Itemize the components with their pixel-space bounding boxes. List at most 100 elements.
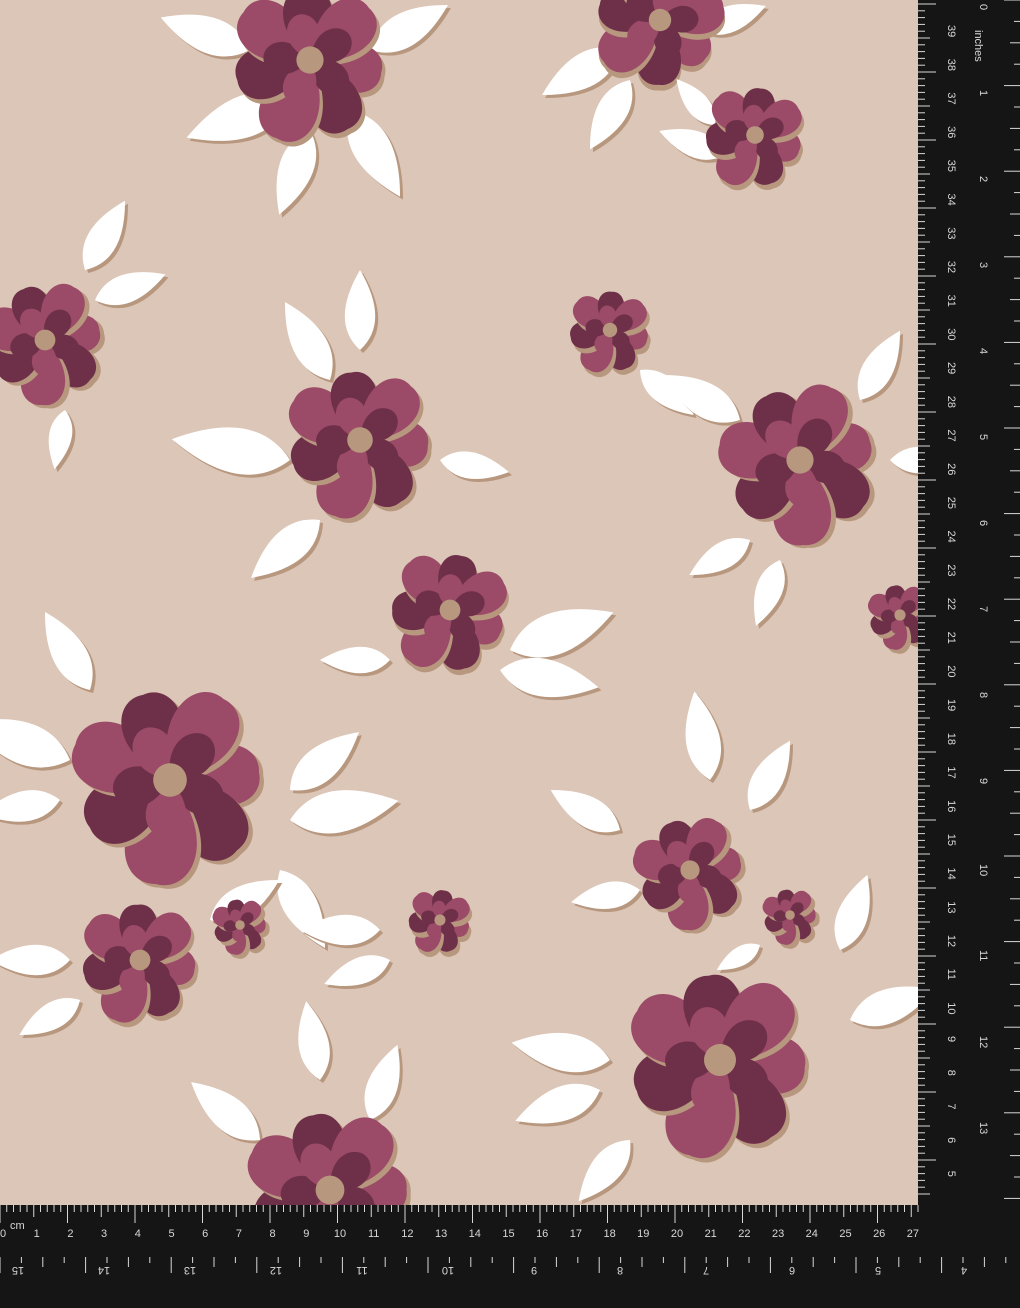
- inch-tick-label: 11: [977, 950, 989, 961]
- cm-tick-label: 35: [945, 160, 957, 172]
- cm-tick-label: 23: [945, 564, 957, 576]
- cm-tick-label: 10: [334, 1228, 346, 1240]
- inch-tick-label: 3: [977, 262, 989, 268]
- leaf: [510, 609, 614, 658]
- cm-tick-label: 11: [945, 969, 957, 980]
- cm-tick-label: 38: [945, 59, 957, 71]
- cm-tick-label: 27: [907, 1228, 919, 1240]
- cm-tick-label: 6: [202, 1228, 208, 1240]
- inch-tick-label: 13: [977, 1122, 989, 1134]
- leaf: [251, 519, 320, 578]
- cm-tick-label: 34: [945, 194, 957, 206]
- cm-tick-label: 22: [945, 598, 957, 610]
- inch-tick-label: 12: [270, 1264, 282, 1276]
- inch-tick-label: 5: [875, 1264, 881, 1276]
- cm-tick-label: 17: [945, 766, 957, 778]
- cm-tick-label: 7: [236, 1228, 242, 1240]
- horizontal-ruler-scale: 0 1 2 3 4 5 6 7 8 9 10 11 12 13 14 15 16 17 18 19 20 21 22 23 24…: [0, 1205, 1007, 1276]
- inch-tick-label: 2: [977, 176, 989, 182]
- peony-flower: [762, 889, 820, 949]
- cm-tick-label: 32: [945, 261, 957, 273]
- leaf-group: [300, 914, 393, 990]
- inch-tick-label: 0: [977, 4, 989, 10]
- peony-flower: [288, 371, 432, 523]
- cm-tick-label: 14: [469, 1228, 481, 1240]
- inch-tick-label: 14: [98, 1264, 110, 1276]
- peony-flower: [868, 585, 920, 654]
- cm-tick-label: 19: [637, 1228, 649, 1240]
- flower-center: [785, 910, 795, 920]
- cm-tick-label: 9: [945, 1036, 957, 1042]
- cm-tick-label: 24: [945, 531, 957, 543]
- cm-tick-label: 26: [945, 463, 957, 475]
- cm-tick-label: 24: [806, 1228, 818, 1240]
- cm-tick-label: 23: [772, 1228, 784, 1240]
- cm-tick-label: 25: [839, 1228, 851, 1240]
- inch-tick-label: 6: [977, 520, 989, 526]
- cm-tick-label: 39: [945, 25, 957, 37]
- inch-tick-label: 12: [977, 1036, 989, 1048]
- cm-tick-label: 2: [67, 1228, 73, 1240]
- cm-tick-label: 18: [603, 1228, 615, 1240]
- cm-tick-label: 28: [945, 396, 957, 408]
- cm-tick-label: 0: [0, 1228, 6, 1240]
- inches-unit-label: inches: [972, 30, 984, 62]
- inch-tick-label: 4: [977, 348, 989, 354]
- inch-tick-label: 9: [531, 1264, 537, 1276]
- cm-tick-label: 20: [671, 1228, 683, 1240]
- inch-tick-label: 6: [789, 1264, 795, 1276]
- vertical-ruler-scale: 3938373635343332313029282726252423222120…: [918, 0, 1020, 1220]
- floral-fabric-swatch: [0, 0, 920, 1205]
- cm-tick-label: 21: [945, 632, 957, 644]
- floral-pattern: [0, 0, 920, 1205]
- inch-tick-label: 9: [977, 778, 989, 784]
- inch-tick-label: 7: [977, 606, 989, 612]
- inch-tick-label: 4: [961, 1264, 967, 1276]
- cm-tick-label: 13: [435, 1228, 447, 1240]
- leaf: [290, 732, 359, 791]
- inch-tick-label: 8: [617, 1264, 623, 1276]
- inch-tick-label: 13: [184, 1264, 196, 1276]
- inch-tick-label: 11: [356, 1264, 367, 1276]
- peony-flower: [247, 1113, 411, 1205]
- cm-tick-label: 14: [945, 868, 957, 880]
- cm-tick-label: 27: [945, 429, 957, 441]
- cm-tick-label: 16: [536, 1228, 548, 1240]
- cm-tick-label: 36: [945, 126, 957, 138]
- inch-tick-label: 5: [977, 434, 989, 440]
- leaf-group: [716, 943, 763, 974]
- cm-tick-label: 8: [945, 1070, 957, 1076]
- cm-tick-label: 31: [945, 295, 957, 307]
- cm-tick-label: 10: [945, 1002, 957, 1014]
- peony-flower: [408, 890, 473, 957]
- vertical-ruler: 39 38 37 36 35 34 33 32 31 30 29 28 27 26 25 24 23 22 21 20…: [918, 0, 1020, 1308]
- cm-tick-label: 13: [945, 901, 957, 913]
- peony-flower: [83, 904, 199, 1028]
- inch-tick-label: 7: [703, 1264, 709, 1276]
- cm-tick-label: 4: [135, 1228, 141, 1240]
- cm-tick-label: 1: [34, 1228, 40, 1240]
- inch-tick-label: 8: [977, 692, 989, 698]
- flower-center: [894, 609, 906, 621]
- cm-tick-label: 12: [401, 1228, 413, 1240]
- cm-tick-label: 15: [502, 1228, 514, 1240]
- cm-tick-label: 11: [368, 1228, 379, 1240]
- inch-tick-label: 15: [12, 1264, 24, 1276]
- cm-unit-label: cm: [10, 1220, 25, 1232]
- cm-tick-label: 5: [945, 1171, 957, 1177]
- cm-tick-label: 3: [101, 1228, 107, 1240]
- cm-tick-label: 30: [945, 328, 957, 340]
- peony-flower: [632, 818, 746, 934]
- cm-tick-label: 15: [945, 834, 957, 846]
- cm-tick-label: 29: [945, 362, 957, 374]
- inch-tick-label: 10: [442, 1264, 454, 1276]
- cm-tick-label: 9: [303, 1228, 309, 1240]
- cm-tick-label: 7: [945, 1103, 957, 1109]
- cm-tick-label: 19: [945, 699, 957, 711]
- cm-tick-label: 17: [570, 1228, 582, 1240]
- peony-flower: [631, 974, 809, 1163]
- cm-tick-label: 5: [168, 1228, 174, 1240]
- cm-tick-label: 33: [945, 227, 957, 239]
- cm-tick-label: 6: [945, 1137, 957, 1143]
- cm-tick-label: 21: [705, 1228, 717, 1240]
